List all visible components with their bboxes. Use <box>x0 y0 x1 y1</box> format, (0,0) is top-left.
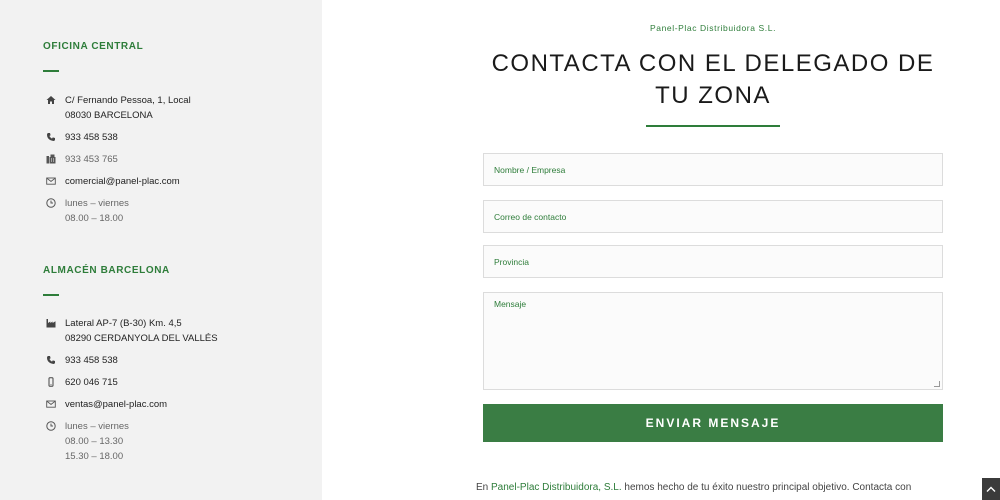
scroll-to-top-button[interactable] <box>982 478 1000 500</box>
province-field-wrapper <box>483 245 943 278</box>
email-input[interactable] <box>484 201 942 232</box>
office-email: comercial@panel-plac.com <box>45 174 180 189</box>
warehouse-address-line2: 08290 CERDANYOLA DEL VALLÉS <box>65 333 218 344</box>
warehouse-title: ALMACÉN BARCELONA <box>43 265 170 276</box>
submit-button[interactable]: ENVIAR MENSAJE <box>483 404 943 442</box>
intro-suffix: hemos hecho de tu éxito nuestro principa… <box>621 482 912 493</box>
office-email-link[interactable]: comercial@panel-plac.com <box>65 174 180 189</box>
warehouse-hours-days: lunes – viernes <box>65 421 129 432</box>
mail-icon <box>45 398 57 410</box>
office-address-line1: C/ Fernando Pessoa, 1, Local <box>65 95 191 106</box>
mail-icon <box>45 175 57 187</box>
intro-prefix: En <box>476 482 492 493</box>
warehouse-address: Lateral AP-7 (B-30) Km. 4,5 08290 CERDAN… <box>45 316 218 346</box>
company-eyebrow: Panel-Plac Distribuidora S.L. <box>649 23 777 33</box>
mobile-icon <box>45 376 57 388</box>
warehouse-mobile: 620 046 715 <box>45 375 118 390</box>
warehouse-hours-morning: 08.00 – 13.30 <box>65 436 124 447</box>
office-fax-number: 933 453 765 <box>65 154 118 165</box>
office-title-rule <box>43 70 59 72</box>
email-field-wrapper <box>483 200 943 233</box>
page-title: CONTACTA CON EL DELEGADO DE TU ZONA <box>491 50 935 109</box>
office-address-line2: 08030 BARCELONA <box>65 110 153 121</box>
warehouse-phone-number[interactable]: 933 458 538 <box>65 353 118 368</box>
office-phone: 933 458 538 <box>45 130 118 145</box>
office-phone-number[interactable]: 933 458 538 <box>65 130 118 145</box>
warehouse-mobile-number[interactable]: 620 046 715 <box>65 375 118 390</box>
intro-brand-link[interactable]: Panel-Plac Distribuidora, S.L. <box>491 482 622 493</box>
phone-icon <box>45 354 57 366</box>
warehouse-phone: 933 458 538 <box>45 353 118 368</box>
warehouse-hours-afternoon: 15.30 – 18.00 <box>65 451 124 462</box>
warehouse-hours: lunes – viernes 08.00 – 13.30 15.30 – 18… <box>45 419 129 464</box>
name-input[interactable] <box>484 154 942 185</box>
chevron-up-icon <box>986 486 996 492</box>
factory-icon <box>45 317 57 329</box>
fax-icon <box>45 153 57 165</box>
office-title: OFICINA CENTRAL <box>43 41 144 52</box>
office-hours-time: 08.00 – 18.00 <box>65 213 124 224</box>
office-hours-days: lunes – viernes <box>65 198 129 209</box>
warehouse-address-line1: Lateral AP-7 (B-30) Km. 4,5 <box>65 318 182 329</box>
home-icon <box>45 94 57 106</box>
message-textarea[interactable] <box>484 293 942 389</box>
clock-icon <box>45 420 57 432</box>
contact-sidebar: OFICINA CENTRAL C/ Fernando Pessoa, 1, L… <box>0 0 322 500</box>
title-rule <box>646 125 780 127</box>
province-input[interactable] <box>484 246 942 277</box>
office-fax: 933 453 765 <box>45 152 118 167</box>
textarea-resize-handle[interactable] <box>934 381 940 387</box>
warehouse-email-link[interactable]: ventas@panel-plac.com <box>65 397 167 412</box>
warehouse-email: ventas@panel-plac.com <box>45 397 167 412</box>
name-field-wrapper <box>483 153 943 186</box>
clock-icon <box>45 197 57 209</box>
office-hours: lunes – viernes 08.00 – 18.00 <box>45 196 129 226</box>
phone-icon <box>45 131 57 143</box>
contact-main: Panel-Plac Distribuidora S.L. CONTACTA C… <box>322 0 1000 500</box>
message-field-wrapper <box>483 292 943 390</box>
office-address: C/ Fernando Pessoa, 1, Local 08030 BARCE… <box>45 93 191 123</box>
intro-paragraph: En Panel-Plac Distribuidora, S.L. hemos … <box>476 482 976 493</box>
warehouse-title-rule <box>43 294 59 296</box>
